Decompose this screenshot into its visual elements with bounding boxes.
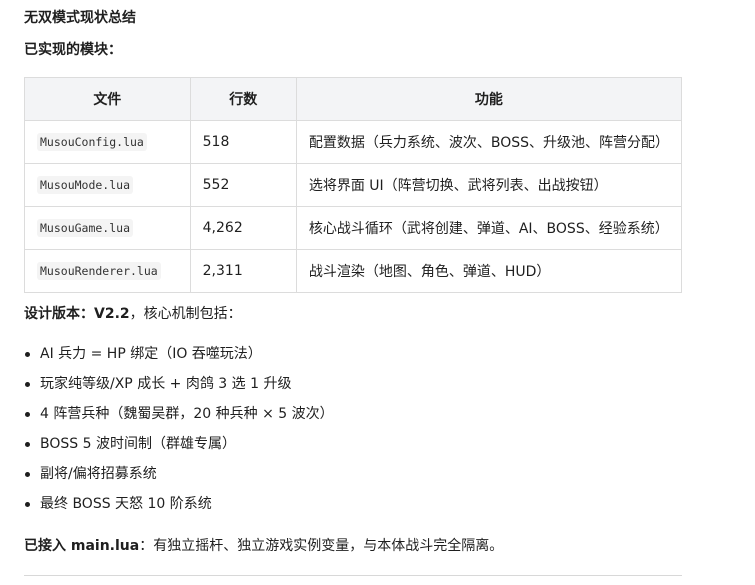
cell-file: MusouRenderer.lua: [24, 249, 191, 293]
header-file: 文件: [24, 77, 191, 121]
cell-lines: 518: [189, 120, 297, 164]
design-version-paragraph: 设计版本：V2.2，核心机制包括：: [24, 304, 242, 324]
cell-function: 选将界面 UI（阵营切换、武将列表、出战按钮）: [295, 163, 683, 207]
divider: [24, 575, 682, 576]
table-row: MusouGame.lua 4,262 核心战斗循环（武将创建、弹道、AI、BO…: [24, 206, 683, 250]
cell-file: MusouGame.lua: [24, 206, 191, 250]
cell-lines: 2,311: [189, 249, 297, 293]
implemented-heading: 已实现的模块：: [24, 42, 122, 58]
bullet-icon: [25, 442, 30, 447]
page-title: 无双模式现状总结: [24, 10, 136, 26]
integration-text: ：有独立摇杆、独立游戏实例变量，与本体战斗完全隔离。: [139, 538, 504, 554]
cell-file: MusouConfig.lua: [24, 120, 191, 164]
bullet-icon: [25, 352, 30, 357]
list-item: 玩家纯等级/XP 成长 + 肉鸽 3 选 1 升级: [24, 372, 664, 402]
table-row: MusouConfig.lua 518 配置数据（兵力系统、波次、BOSS、升级…: [24, 120, 683, 164]
version-label: 设计版本：: [24, 306, 94, 322]
table-row: MusouRenderer.lua 2,311 战斗渲染（地图、角色、弹道、HU…: [24, 249, 683, 293]
cell-file: MusouMode.lua: [24, 163, 191, 207]
file-name-code: MusouMode.lua: [37, 176, 134, 194]
bullet-icon: [25, 502, 30, 507]
cell-function: 战斗渲染（地图、角色、弹道、HUD）: [295, 249, 683, 293]
modules-table: 文件 行数 功能 MusouConfig.lua 518 配置数据（兵力系统、波…: [24, 77, 683, 293]
list-item: 副将/偏将招募系统: [24, 462, 664, 492]
file-name-code: MusouRenderer.lua: [37, 262, 161, 280]
cell-lines: 4,262: [189, 206, 297, 250]
file-name-code: MusouConfig.lua: [37, 133, 147, 151]
integration-label: 已接入 main.lua: [24, 538, 140, 554]
cell-function: 核心战斗循环（武将创建、弹道、AI、BOSS、经验系统）: [295, 206, 683, 250]
feature-text: 玩家纯等级/XP 成长 + 肉鸽 3 选 1 升级: [40, 376, 292, 392]
table-row: MusouMode.lua 552 选将界面 UI（阵营切换、武将列表、出战按钮…: [24, 163, 683, 207]
header-lines: 行数: [189, 77, 297, 121]
feature-text: 副将/偏将招募系统: [40, 466, 157, 482]
list-item: BOSS 5 波时间制（群雄专属）: [24, 432, 664, 462]
cell-function: 配置数据（兵力系统、波次、BOSS、升级池、阵营分配）: [295, 120, 683, 164]
feature-text: AI 兵力 = HP 绑定（IO 吞噬玩法）: [40, 346, 262, 362]
list-item: AI 兵力 = HP 绑定（IO 吞噬玩法）: [24, 342, 664, 372]
table-header-row: 文件 行数 功能: [24, 77, 683, 121]
version-value: V2.2: [94, 306, 130, 322]
integration-paragraph: 已接入 main.lua：有独立摇杆、独立游戏实例变量，与本体战斗完全隔离。: [24, 536, 503, 556]
feature-text: 4 阵营兵种（魏蜀吴群，20 种兵种 × 5 波次）: [40, 406, 334, 422]
list-item: 4 阵营兵种（魏蜀吴群，20 种兵种 × 5 波次）: [24, 402, 664, 432]
version-suffix: ，核心机制包括：: [129, 306, 242, 322]
header-function: 功能: [295, 77, 683, 121]
feature-list: AI 兵力 = HP 绑定（IO 吞噬玩法） 玩家纯等级/XP 成长 + 肉鸽 …: [24, 342, 664, 522]
file-name-code: MusouGame.lua: [37, 219, 134, 237]
bullet-icon: [25, 382, 30, 387]
feature-text: 最终 BOSS 天怒 10 阶系统: [40, 496, 212, 512]
bullet-icon: [25, 412, 30, 417]
bullet-icon: [25, 472, 30, 477]
feature-text: BOSS 5 波时间制（群雄专属）: [40, 436, 236, 452]
cell-lines: 552: [189, 163, 297, 207]
list-item: 最终 BOSS 天怒 10 阶系统: [24, 492, 664, 522]
